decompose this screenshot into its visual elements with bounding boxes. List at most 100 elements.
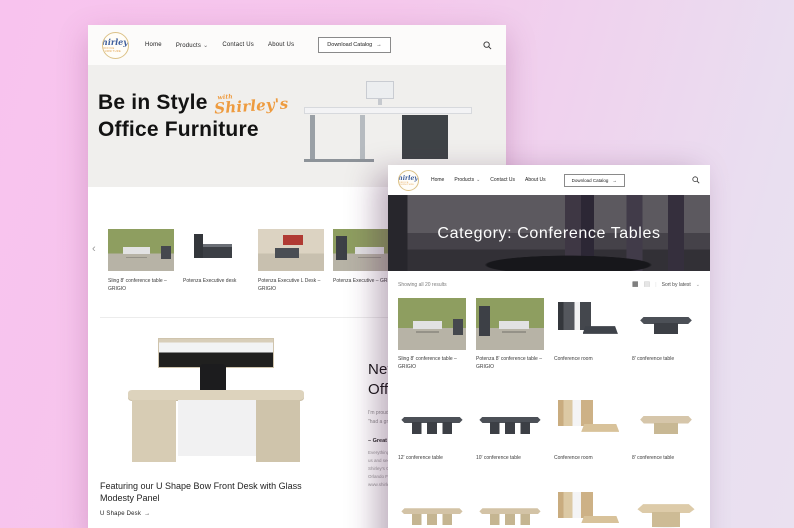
chevron-down-icon: ⌄: [476, 177, 480, 183]
u-shape-desk-image: [128, 338, 304, 470]
product-card[interactable]: Conference room: [554, 397, 622, 463]
product-image[interactable]: [554, 298, 622, 350]
product-title[interactable]: 8' conference table: [632, 356, 700, 364]
desk-monitor: [366, 81, 394, 99]
view-sort-controls: ▦ ▤ | Sort by latest ⌄: [632, 281, 700, 288]
desk-foot: [304, 159, 374, 162]
desk-pedestal: [256, 400, 300, 462]
sort-dropdown[interactable]: Sort by latest: [662, 282, 691, 288]
desk-modesty-panel: [178, 400, 256, 456]
featured-product: Featuring our U Shape Bow Front Desk wit…: [100, 338, 336, 517]
product-card[interactable]: 8' conference table: [632, 298, 700, 371]
product-card[interactable]: 12' conference table: [398, 397, 466, 463]
product-image[interactable]: [632, 489, 700, 528]
product-title[interactable]: 12' conference table: [398, 455, 466, 463]
carousel-prev-icon[interactable]: ‹: [92, 243, 96, 255]
product-grid: Sling 8' conference table – GRIGIO Poten…: [388, 296, 710, 528]
product-image[interactable]: [108, 229, 174, 271]
composite-background: Shirley's OFFICE FURNITURE Home Products…: [0, 0, 794, 528]
product-title[interactable]: Sling 8' conference table – GRIGIO: [398, 356, 466, 371]
toolbar-divider: |: [655, 282, 656, 288]
product-title[interactable]: Sling 8' conference table – GRIGIO: [108, 278, 174, 293]
hero-script-accent: withShirley's: [213, 90, 288, 116]
product-card[interactable]: Sling 8' conference table – GRIGIO: [398, 298, 466, 371]
product-image[interactable]: [183, 229, 249, 271]
shirleys-logo[interactable]: Shirley's OFFICE FURNITURE: [398, 170, 419, 191]
logo-text: Shirley's: [102, 37, 129, 47]
category-page-screenshot: Shirley's OFFICE FURNITURE Home Products…: [388, 165, 710, 528]
product-card[interactable]: [632, 489, 700, 528]
product-title[interactable]: Conference room: [554, 455, 622, 463]
arrow-right-icon: →: [376, 42, 382, 48]
main-nav: Home Products⌄ Contact Us About Us: [431, 177, 546, 183]
chevron-down-icon: ⌄: [203, 43, 208, 49]
results-count: Showing all 20 results: [398, 282, 447, 288]
product-card[interactable]: Potenza 8' conference table – GRIGIO: [476, 298, 544, 371]
chevron-down-icon[interactable]: ⌄: [696, 282, 700, 288]
product-image[interactable]: [476, 298, 544, 350]
product-image[interactable]: [632, 397, 700, 449]
product-card[interactable]: 8' conference table: [632, 397, 700, 463]
arrow-right-icon: →: [144, 511, 150, 517]
main-nav: Home Products⌄ Contact Us About Us: [145, 42, 294, 49]
nav-about-us[interactable]: About Us: [268, 42, 294, 48]
nav-home[interactable]: Home: [145, 42, 162, 48]
category-title: Category: Conference Tables: [388, 225, 710, 243]
category-hero-banner: Category: Conference Tables: [388, 195, 710, 271]
product-card[interactable]: [398, 489, 466, 528]
product-image[interactable]: [554, 489, 622, 528]
product-image[interactable]: [554, 397, 622, 449]
shirleys-logo[interactable]: Shirley's OFFICE FURNITURE: [102, 32, 129, 59]
hero-heading: Be in StylewithShirley's Office Furnitur…: [98, 89, 288, 144]
desk-top: [304, 107, 472, 114]
category-header: Shirley's OFFICE FURNITURE Home Products…: [388, 165, 710, 195]
desk-cabinet: [402, 115, 448, 159]
arrow-right-icon: →: [612, 178, 617, 183]
product-image[interactable]: [476, 397, 544, 449]
product-image[interactable]: [476, 489, 544, 528]
desk-top: [128, 390, 304, 400]
product-image[interactable]: [398, 397, 466, 449]
product-card[interactable]: [554, 489, 622, 528]
product-card[interactable]: 10' conference table: [476, 397, 544, 463]
desk-monitor-stand: [378, 99, 382, 105]
nav-products[interactable]: Products⌄: [176, 42, 209, 49]
product-image[interactable]: [632, 298, 700, 350]
nav-contact-us[interactable]: Contact Us: [490, 177, 515, 183]
download-catalog-button[interactable]: Download Catalog →: [564, 174, 625, 187]
product-title[interactable]: Potenza 8' conference table – GRIGIO: [476, 356, 544, 371]
logo-subtext: OFFICE FURNITURE: [399, 182, 418, 186]
nav-about-us[interactable]: About Us: [525, 177, 546, 183]
u-shape-desk-link[interactable]: U Shape Desk→: [100, 511, 336, 517]
product-card[interactable]: Conference room: [554, 298, 622, 371]
carousel-item[interactable]: Potenza Executive L Desk – GRIGIO: [258, 229, 324, 293]
nav-products[interactable]: Products⌄: [454, 177, 480, 183]
nav-contact-us[interactable]: Contact Us: [222, 42, 254, 48]
carousel-item[interactable]: Potenza Executive desk: [183, 229, 249, 293]
homepage-header: Shirley's OFFICE FURNITURE Home Products…: [88, 25, 506, 65]
product-title[interactable]: 10' conference table: [476, 455, 544, 463]
desk-leg: [310, 115, 315, 159]
nav-home[interactable]: Home: [431, 177, 444, 183]
grid-view-icon[interactable]: ▦: [632, 281, 639, 288]
logo-subtext: OFFICE FURNITURE: [103, 47, 128, 53]
hero-desk-image: [304, 81, 472, 167]
product-title[interactable]: Conference room: [554, 356, 622, 364]
carousel-item[interactable]: Sling 8' conference table – GRIGIO: [108, 229, 174, 293]
list-view-icon[interactable]: ▤: [644, 281, 651, 288]
product-image[interactable]: [398, 298, 466, 350]
product-title[interactable]: Potenza Executive L Desk – GRIGIO: [258, 278, 324, 293]
desk-pedestal: [132, 400, 176, 462]
product-title[interactable]: Potenza Executive desk: [183, 278, 249, 286]
product-image[interactable]: [398, 489, 466, 528]
logo-text: Shirley's: [398, 175, 419, 182]
results-toolbar: Showing all 20 results ▦ ▤ | Sort by lat…: [388, 271, 710, 296]
product-title[interactable]: 8' conference table: [632, 455, 700, 463]
product-image[interactable]: [258, 229, 324, 271]
search-icon[interactable]: [692, 176, 700, 184]
product-card[interactable]: [476, 489, 544, 528]
desk-leg: [360, 115, 365, 159]
download-catalog-button[interactable]: Download Catalog →: [318, 37, 390, 53]
featured-caption: Featuring our U Shape Bow Front Desk wit…: [100, 480, 328, 504]
search-icon[interactable]: [483, 41, 492, 50]
